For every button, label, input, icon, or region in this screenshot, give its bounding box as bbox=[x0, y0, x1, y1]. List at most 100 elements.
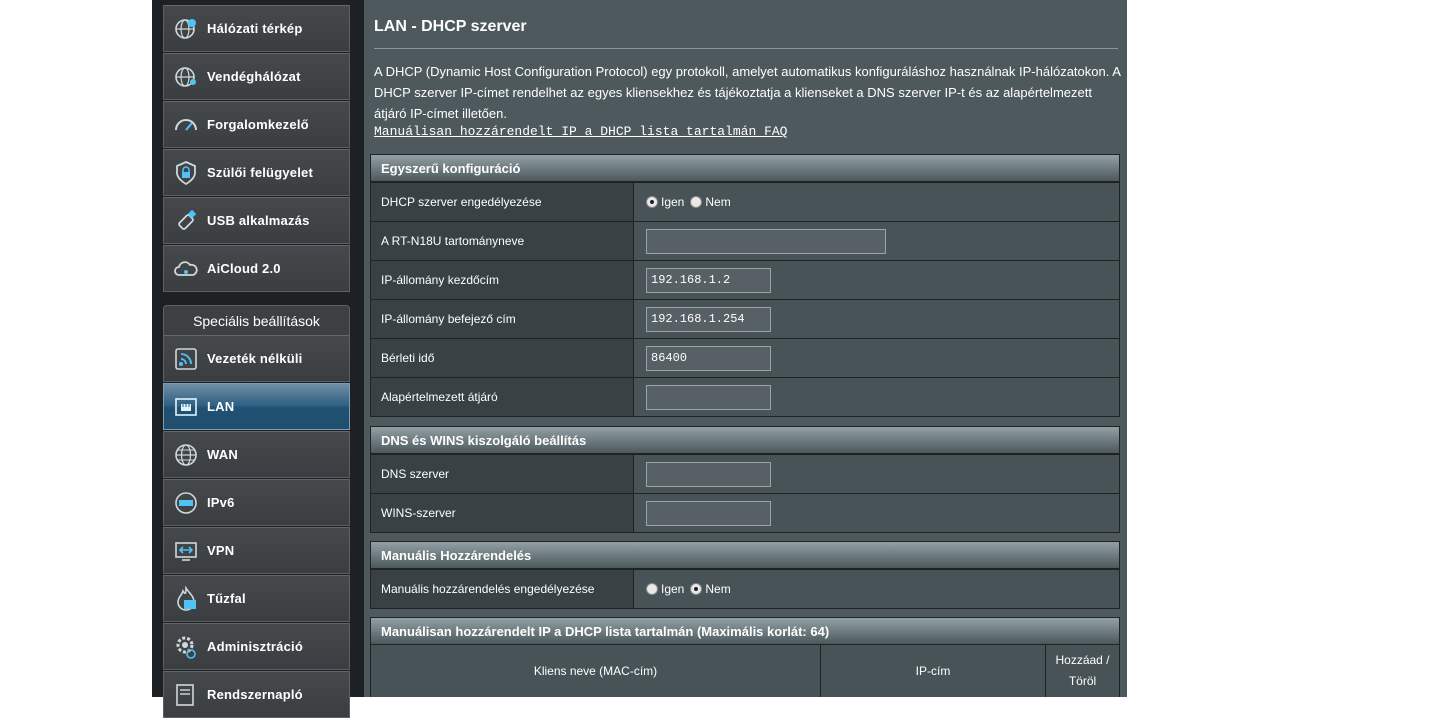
menu-item-administration[interactable]: Adminisztráció bbox=[163, 623, 350, 670]
menu-item-label: WAN bbox=[207, 447, 238, 462]
dns-wins-table: DNS és WINS kiszolgáló beállítás DNS sze… bbox=[370, 426, 1120, 533]
menu-item-label: Szülői felügyelet bbox=[207, 165, 313, 180]
speedometer-icon bbox=[172, 111, 200, 139]
menu-item-parental-control[interactable]: Szülői felügyelet bbox=[163, 149, 350, 196]
manual-enable-no-radio[interactable]: Nem bbox=[690, 582, 731, 596]
wins-server-label: WINS-szerver bbox=[371, 494, 634, 532]
lan-icon bbox=[172, 393, 200, 421]
dns-wins-header: DNS és WINS kiszolgáló beállítás bbox=[371, 427, 1119, 454]
lease-time-cell: 86400 bbox=[634, 339, 1119, 377]
radio-dot bbox=[690, 196, 703, 208]
table-row: IP-állomány befejező cím 192.168.1.254 bbox=[371, 299, 1119, 338]
basic-config-header: Egyszerű konfiguráció bbox=[371, 155, 1119, 182]
dns-server-input[interactable] bbox=[646, 461, 771, 487]
column-add-delete: Hozzáad / Töröl bbox=[1046, 645, 1119, 697]
table-row: Bérleti idő 86400 bbox=[371, 338, 1119, 377]
menu-item-label: USB alkalmazás bbox=[207, 213, 310, 228]
basic-config-table: Egyszerű konfiguráció DHCP szerver enged… bbox=[370, 154, 1120, 417]
menu-item-firewall[interactable]: Tűzfal bbox=[163, 575, 350, 622]
table-row: A RT-N18U tartományneve bbox=[371, 221, 1119, 260]
menu-item-label: VPN bbox=[207, 543, 235, 558]
firewall-icon bbox=[172, 585, 200, 613]
radio-label: Igen bbox=[661, 582, 685, 596]
menu-item-label: Vezeték nélküli bbox=[207, 351, 303, 366]
menu-item-aicloud[interactable]: AiCloud 2.0 bbox=[163, 245, 350, 292]
menu-item-usb-application[interactable]: USB alkalmazás bbox=[163, 197, 350, 244]
table-row: DNS szerver bbox=[371, 454, 1119, 493]
dhcp-enable-value: Igen Nem bbox=[634, 183, 1119, 221]
column-add-delete-line2: Töröl bbox=[1068, 674, 1097, 688]
menu-item-network-map[interactable]: Hálózati térkép bbox=[163, 5, 350, 52]
menu-item-vpn[interactable]: VPN bbox=[163, 527, 350, 574]
wins-server-input[interactable] bbox=[646, 500, 771, 526]
page-title: LAN - DHCP szerver bbox=[374, 18, 527, 35]
ip-pool-start-cell: 192.168.1.2 bbox=[634, 261, 1119, 299]
guest-network-icon bbox=[172, 63, 200, 91]
gear-icon bbox=[172, 633, 200, 661]
menu-item-traffic-manager[interactable]: Forgalomkezelő bbox=[163, 101, 350, 148]
menu-item-lan[interactable]: LAN bbox=[163, 383, 350, 430]
manual-list-header: Manuálisan hozzárendelt IP a DHCP lista … bbox=[371, 618, 1119, 645]
menu-item-label: Hálózati térkép bbox=[207, 21, 303, 36]
menu-item-wireless[interactable]: Vezeték nélküli bbox=[163, 335, 350, 382]
menu-item-ipv6[interactable]: IPv6 bbox=[163, 479, 350, 526]
domain-name-label: A RT-N18U tartományneve bbox=[371, 222, 634, 260]
menu-item-label: Adminisztráció bbox=[207, 639, 303, 654]
table-row: IP-állomány kezdőcím 192.168.1.2 bbox=[371, 260, 1119, 299]
manual-enable-yes-radio[interactable]: Igen bbox=[646, 582, 684, 596]
radio-dot bbox=[646, 583, 658, 595]
menu-item-label: Tűzfal bbox=[207, 591, 246, 606]
title-divider bbox=[374, 48, 1118, 49]
globe-icon bbox=[172, 441, 200, 469]
domain-name-input[interactable] bbox=[646, 228, 886, 254]
column-ip-address: IP-cím bbox=[821, 645, 1046, 697]
log-icon bbox=[172, 681, 200, 709]
menu-item-label: LAN bbox=[207, 399, 235, 414]
dns-server-cell bbox=[634, 455, 1119, 493]
lock-shield-icon bbox=[172, 159, 200, 187]
column-add-delete-line1: Hozzáad / bbox=[1055, 653, 1110, 667]
menu-item-label: IPv6 bbox=[207, 495, 235, 510]
faq-link[interactable]: Manuálisan hozzárendelt IP a DHCP lista … bbox=[374, 124, 787, 139]
dhcp-enable-yes-radio[interactable]: Igen bbox=[646, 195, 684, 209]
manual-assignment-table: Manuális Hozzárendelés Manuális hozzáren… bbox=[370, 541, 1120, 609]
ipv6-icon bbox=[172, 489, 200, 517]
table-row: DHCP szerver engedélyezése Igen Nem bbox=[371, 182, 1119, 221]
dns-server-label: DNS szerver bbox=[371, 455, 634, 493]
manual-list-columns: Kliens neve (MAC-cím) IP-cím Hozzáad / T… bbox=[371, 645, 1119, 697]
menu-item-label: Vendéghálózat bbox=[207, 69, 301, 84]
manual-enable-value: Igen Nem bbox=[634, 570, 1119, 608]
dhcp-enable-no-radio[interactable]: Nem bbox=[690, 195, 731, 209]
lease-time-label: Bérleti idő bbox=[371, 339, 634, 377]
table-row: Alapértelmezett átjáró bbox=[371, 377, 1119, 416]
dhcp-enable-label: DHCP szerver engedélyezése bbox=[371, 183, 634, 221]
page-description: A DHCP (Dynamic Host Configuration Proto… bbox=[374, 64, 1121, 121]
radio-label: Nem bbox=[705, 195, 731, 209]
wireless-icon bbox=[172, 345, 200, 373]
manual-list-table: Manuálisan hozzárendelt IP a DHCP lista … bbox=[370, 617, 1120, 697]
table-row: WINS-szerver bbox=[371, 493, 1119, 532]
page-margin-left bbox=[0, 0, 152, 697]
menu-item-wan[interactable]: WAN bbox=[163, 431, 350, 478]
column-client-name: Kliens neve (MAC-cím) bbox=[371, 645, 821, 697]
advanced-settings-header: Speciális beállítások bbox=[163, 305, 350, 337]
wins-server-cell bbox=[634, 494, 1119, 532]
manual-assignment-header: Manuális Hozzárendelés bbox=[371, 542, 1119, 569]
menu-item-label: Forgalomkezelő bbox=[207, 117, 309, 132]
ip-pool-end-cell: 192.168.1.254 bbox=[634, 300, 1119, 338]
usb-icon bbox=[172, 207, 200, 235]
menu-item-system-log[interactable]: Rendszernapló bbox=[163, 671, 350, 718]
ip-pool-end-input[interactable]: 192.168.1.254 bbox=[646, 306, 771, 332]
cloud-icon bbox=[172, 255, 200, 283]
radio-label: Nem bbox=[705, 582, 731, 596]
globe-pin-icon bbox=[172, 15, 200, 43]
lease-time-input[interactable]: 86400 bbox=[646, 345, 771, 371]
ip-pool-start-input[interactable]: 192.168.1.2 bbox=[646, 267, 771, 293]
default-gateway-input[interactable] bbox=[646, 384, 771, 410]
menu-item-label: AiCloud 2.0 bbox=[207, 261, 281, 276]
ip-pool-end-label: IP-állomány befejező cím bbox=[371, 300, 634, 338]
radio-dot bbox=[690, 583, 703, 595]
radio-label: Igen bbox=[661, 195, 685, 209]
menu-item-guest-network[interactable]: Vendéghálózat bbox=[163, 53, 350, 100]
ip-pool-start-label: IP-állomány kezdőcím bbox=[371, 261, 634, 299]
